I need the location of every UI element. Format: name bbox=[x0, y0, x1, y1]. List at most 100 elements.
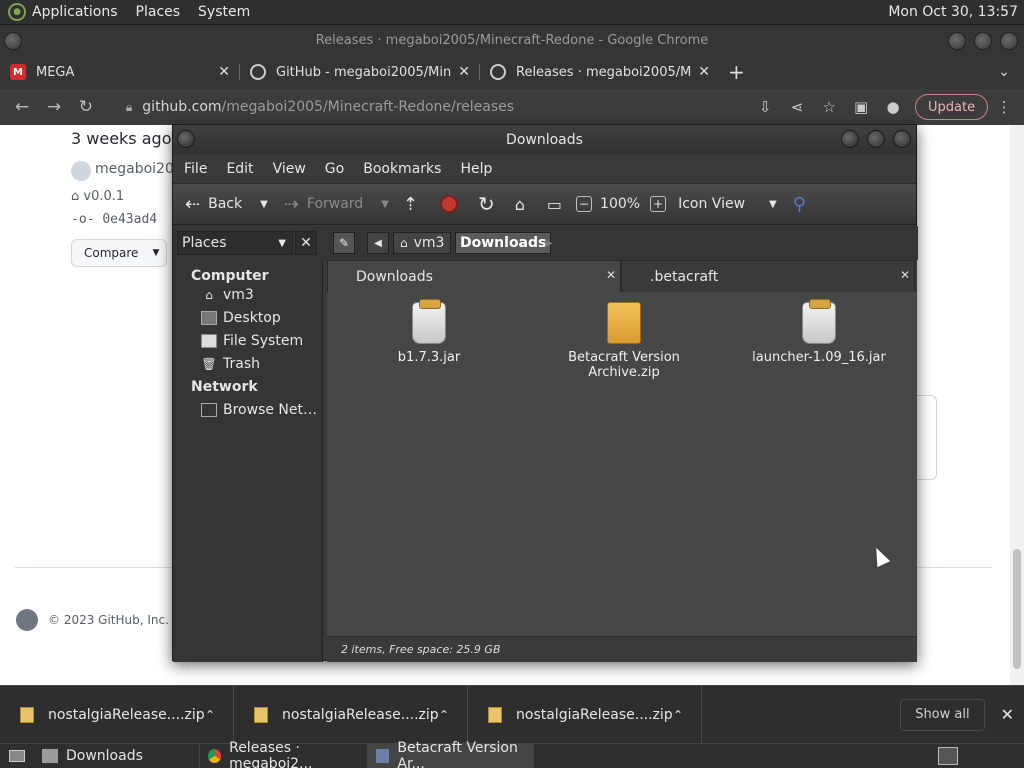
profile-avatar-icon[interactable]: ● bbox=[877, 98, 909, 116]
sidebar-item-browse-network[interactable]: Browse Net… bbox=[173, 398, 322, 421]
show-desktop-icon[interactable] bbox=[0, 744, 34, 768]
side-panel-icon[interactable]: ▣ bbox=[845, 98, 877, 116]
sidebar-header-computer: Computer bbox=[191, 268, 269, 284]
up-arrow-icon[interactable]: ⇡ bbox=[403, 194, 418, 215]
network-icon bbox=[201, 402, 217, 417]
menu-file[interactable]: File bbox=[184, 161, 207, 177]
close-tab-icon[interactable]: ✕ bbox=[218, 64, 230, 80]
chevron-up-icon[interactable]: ⌃ bbox=[673, 708, 683, 722]
tab-mega[interactable]: M MEGA ✕ bbox=[0, 55, 240, 89]
menu-edit[interactable]: Edit bbox=[226, 161, 253, 177]
system-menu[interactable]: System bbox=[198, 4, 250, 20]
chevron-down-icon[interactable]: ▼ bbox=[260, 199, 268, 210]
places-sidebar: Computer ⌂ vm3 Desktop File System 🗑︎ Tr… bbox=[173, 260, 323, 662]
close-tab-icon[interactable]: ✕ bbox=[698, 64, 710, 80]
chevron-down-icon[interactable]: ▼ bbox=[381, 199, 389, 210]
reload-icon[interactable]: ↻ bbox=[478, 192, 495, 216]
stop-icon[interactable] bbox=[440, 195, 458, 213]
kebab-menu-icon[interactable]: ⋮ bbox=[988, 98, 1020, 116]
applications-menu[interactable]: Applications bbox=[32, 4, 118, 20]
commit-link[interactable]: -o- 0e43ad4 bbox=[71, 212, 157, 227]
sidebar-item-trash[interactable]: 🗑︎ Trash bbox=[173, 352, 322, 375]
window-menu-button[interactable] bbox=[177, 130, 195, 148]
menu-go[interactable]: Go bbox=[325, 161, 344, 177]
menu-help[interactable]: Help bbox=[460, 161, 492, 177]
chevron-down-icon[interactable]: ⌄ bbox=[998, 64, 1010, 80]
minimize-button[interactable] bbox=[948, 32, 966, 50]
chevron-up-icon[interactable]: ⌃ bbox=[205, 708, 215, 722]
tab-github[interactable]: GitHub - megaboi2005/Minecraft-Redone ✕ bbox=[240, 55, 480, 89]
sidebar-item-filesystem[interactable]: File System bbox=[173, 329, 322, 352]
sidebar-item-vm3[interactable]: ⌂ vm3 bbox=[173, 283, 322, 306]
view-mode-select[interactable]: Icon View ▼ bbox=[678, 196, 777, 212]
sidebar-item-desktop[interactable]: Desktop bbox=[173, 306, 322, 329]
new-tab-icon[interactable]: + bbox=[728, 60, 745, 84]
show-all-button[interactable]: Show all bbox=[900, 698, 985, 731]
breadcrumb-left-icon[interactable]: ◀ bbox=[367, 232, 389, 254]
bookmark-star-icon[interactable]: ☆ bbox=[813, 98, 845, 116]
close-icon[interactable]: ✕ bbox=[1001, 705, 1014, 724]
task-downloads[interactable]: Downloads bbox=[34, 743, 200, 768]
clock[interactable]: Mon Oct 30, 13:57 bbox=[888, 4, 1018, 20]
file-item[interactable]: b1.7.3.jar bbox=[354, 299, 504, 365]
scrollbar-thumb[interactable] bbox=[1013, 549, 1021, 669]
github-logo-icon[interactable] bbox=[16, 609, 38, 631]
reload-icon[interactable]: ↻ bbox=[70, 97, 102, 117]
close-sidebar-icon[interactable]: ✕ bbox=[295, 231, 317, 255]
close-window-button[interactable] bbox=[1000, 32, 1018, 50]
search-icon[interactable]: ⚲ bbox=[793, 194, 806, 215]
page-scrollbar[interactable] bbox=[1010, 125, 1024, 685]
places-menu[interactable]: Places bbox=[136, 4, 181, 20]
tab-downloads[interactable]: Downloads ✕ bbox=[327, 260, 621, 292]
menu-view[interactable]: View bbox=[273, 161, 306, 177]
close-window-button[interactable] bbox=[893, 130, 911, 148]
download-item[interactable]: nostalgiaRelease....zip ⌃ bbox=[234, 685, 468, 744]
home-folder-icon: ⌂ bbox=[400, 236, 408, 250]
minimize-button[interactable] bbox=[841, 130, 859, 148]
release-tag-link[interactable]: ⌂ v0.0.1 bbox=[71, 189, 124, 204]
task-betacraft[interactable]: Betacraft Version Ar... bbox=[368, 740, 534, 768]
download-item[interactable]: nostalgiaRelease....zip ⌃ bbox=[0, 685, 234, 744]
gnome-foot-icon[interactable]: ● bbox=[8, 3, 26, 21]
zoom-out-icon[interactable]: − bbox=[576, 196, 593, 212]
back-button[interactable]: ⇠ Back ▼ bbox=[185, 194, 268, 215]
computer-icon[interactable]: ▭ bbox=[547, 195, 562, 214]
task-label: Betacraft Version Ar... bbox=[397, 740, 518, 768]
address-bar[interactable]: 🔒︎ github.com/megaboi2005/Minecraft-Redo… bbox=[110, 93, 749, 121]
release-time: 3 weeks ago bbox=[71, 129, 172, 148]
maximize-button[interactable] bbox=[867, 130, 885, 148]
tab-releases[interactable]: Releases · megaboi2005/Minecraft-Redone … bbox=[480, 55, 720, 89]
sidebar-item-label: Desktop bbox=[223, 309, 281, 326]
workspace-switcher[interactable] bbox=[938, 747, 958, 765]
zoom-in-icon[interactable]: + bbox=[650, 196, 667, 212]
edit-location-icon[interactable]: ✎ bbox=[333, 232, 355, 254]
breadcrumb-right-icon[interactable]: ▶ bbox=[539, 232, 559, 254]
chevron-up-icon[interactable]: ⌃ bbox=[439, 708, 449, 722]
share-icon[interactable]: ⋖ bbox=[781, 98, 813, 116]
avatar[interactable] bbox=[71, 161, 91, 181]
forward-arrow-icon[interactable]: → bbox=[38, 97, 70, 117]
file-item[interactable]: Betacraft Version Archive.zip bbox=[549, 302, 699, 380]
forward-button[interactable]: ⇢ Forward ▼ bbox=[284, 194, 389, 215]
breadcrumb-current[interactable]: Downloads bbox=[455, 232, 552, 254]
back-arrow-icon[interactable]: ← bbox=[6, 97, 38, 117]
menu-bookmarks[interactable]: Bookmarks bbox=[363, 161, 441, 177]
close-tab-icon[interactable]: ✕ bbox=[458, 64, 470, 80]
sidebar-type-select[interactable]: Places ▼ bbox=[177, 231, 293, 255]
task-chrome[interactable]: Releases · megaboi2... bbox=[200, 740, 368, 768]
location-bar: Places ▼ ✕ ✎ ◀ ⌂ vm3 Downloads ▶ bbox=[173, 226, 918, 260]
install-icon[interactable]: ⇩ bbox=[749, 98, 781, 116]
tab-betacraft[interactable]: .betacraft ✕ bbox=[621, 260, 915, 292]
window-menu-button[interactable] bbox=[4, 32, 22, 50]
breadcrumb-home[interactable]: ⌂ vm3 bbox=[393, 232, 452, 254]
download-item[interactable]: nostalgiaRelease....zip ⌃ bbox=[468, 685, 702, 744]
close-tab-icon[interactable]: ✕ bbox=[900, 268, 910, 282]
home-folder-icon[interactable]: ⌂ bbox=[515, 195, 525, 214]
compare-button[interactable]: Compare ▼ bbox=[71, 239, 167, 267]
file-item[interactable]: launcher-1.09_16.jar bbox=[744, 299, 894, 365]
update-button[interactable]: Update bbox=[915, 94, 989, 120]
lock-icon[interactable]: 🔒︎ bbox=[126, 100, 132, 115]
icon-grid[interactable]: b1.7.3.jar Betacraft Version Archive.zip… bbox=[327, 292, 917, 636]
maximize-button[interactable] bbox=[974, 32, 992, 50]
close-tab-icon[interactable]: ✕ bbox=[606, 268, 616, 282]
